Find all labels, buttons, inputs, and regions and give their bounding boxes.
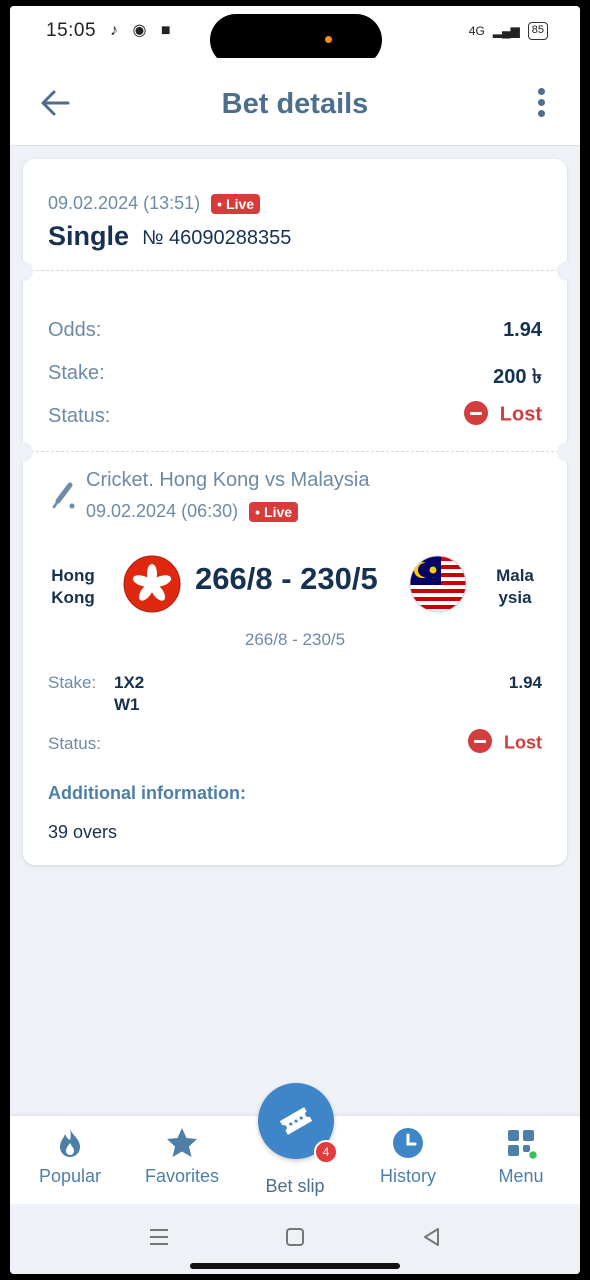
- additional-info-value: 39 overs: [48, 822, 118, 842]
- team-away-line2: ysia: [498, 588, 532, 607]
- team-away-line1: Mala: [496, 566, 534, 585]
- team-home-line1: Hong: [51, 566, 95, 585]
- battery-icon: 85: [527, 22, 548, 40]
- back-triangle-icon[interactable]: [420, 1226, 442, 1248]
- page-title: Bet details: [221, 88, 369, 120]
- odds-label: Odds:: [48, 319, 102, 341]
- network-label: 4G: [468, 24, 485, 38]
- lost-icon: [468, 729, 492, 753]
- divider: [31, 270, 559, 271]
- live-badge: Live: [249, 502, 299, 523]
- team-home: Hong Kong: [43, 565, 103, 609]
- bet-number: № 46090288355: [142, 227, 292, 249]
- camera-indicator: [325, 36, 332, 43]
- nav-popular-label: Popular: [38, 1166, 102, 1186]
- live-badge: Live: [211, 194, 261, 215]
- lost-icon: [463, 401, 488, 425]
- nav-menu-label: Menu: [498, 1166, 544, 1186]
- nav-favorites-label: Favorites: [144, 1166, 220, 1186]
- cricket-bat-icon: [52, 482, 75, 509]
- hong-kong-flag-icon: [123, 555, 181, 613]
- kebab-menu-icon[interactable]: [536, 88, 546, 118]
- grid-icon: [508, 1130, 538, 1160]
- nav-popular[interactable]: Popular: [15, 1126, 125, 1187]
- event-stake-label: Stake:: [48, 673, 97, 692]
- additional-info-label: Additional information:: [48, 783, 246, 803]
- event-odds: 1.94: [508, 673, 542, 692]
- event-title[interactable]: Cricket. Hong Kong vs Malaysia: [86, 469, 369, 492]
- status-label: Status:: [48, 405, 111, 427]
- nav-menu[interactable]: Menu: [466, 1126, 576, 1187]
- divider: [31, 451, 559, 452]
- market-outcome: W1: [114, 695, 140, 714]
- stake-label: Stake:: [48, 362, 105, 384]
- team-home-line2: Kong: [51, 588, 95, 607]
- market-name: 1X2: [114, 673, 145, 692]
- home-icon[interactable]: [284, 1226, 306, 1248]
- app-screen: 15:05 ♪ ◉ ■ 4G ▂▄▆ 85 Bet details 09.02.…: [10, 6, 580, 1274]
- status-lost-text: Lost: [499, 403, 542, 426]
- status-value: Lost: [463, 401, 542, 427]
- score-detail: 266/8 - 230/5: [244, 630, 346, 649]
- home-indicator[interactable]: [190, 1263, 400, 1269]
- messenger-icon: ◉: [132, 22, 147, 39]
- notification-icons: ♪ ◉ ■: [110, 20, 181, 40]
- stake-value: 200 ৳: [493, 366, 542, 388]
- ticket-notch-right: [557, 261, 577, 281]
- signal-icon: ▂▄▆: [492, 24, 520, 38]
- clock-icon: [393, 1128, 423, 1158]
- status-right: 4G ▂▄▆ 85: [469, 22, 548, 40]
- bet-date: 09.02.2024 (13:51) Live: [48, 193, 261, 215]
- event-date-text: 09.02.2024 (06:30): [86, 501, 239, 521]
- score-main: 266/8 - 230/5: [195, 561, 378, 596]
- status-time: 15:05: [46, 20, 97, 41]
- flame-icon: [60, 1129, 80, 1157]
- tiktok-icon: ♪: [110, 22, 118, 39]
- ticket-notch-right: [557, 442, 577, 462]
- nav-history[interactable]: History: [353, 1126, 463, 1187]
- app-header: Bet details: [10, 58, 580, 146]
- nav-bet-slip-label: Bet slip: [265, 1176, 325, 1196]
- nav-history-label: History: [379, 1166, 436, 1186]
- event-date: 09.02.2024 (06:30) Live: [86, 501, 299, 523]
- event-status-lost-text: Lost: [504, 732, 542, 753]
- ticket-notch-left: [13, 442, 33, 462]
- bet-slip-count-badge: 4: [314, 1140, 338, 1164]
- malaysia-flag-icon: [409, 555, 467, 613]
- odds-value: 1.94: [503, 319, 542, 341]
- nav-bet-slip[interactable]: Bet slip: [240, 1172, 350, 1197]
- bet-type: Single: [48, 221, 130, 251]
- bet-date-text: 09.02.2024 (13:51): [48, 193, 201, 213]
- recent-apps-icon[interactable]: [148, 1226, 170, 1248]
- ticket-notch-left: [13, 261, 33, 281]
- bet-details-card: 09.02.2024 (13:51) Live Single № 4609028…: [13, 159, 577, 865]
- nav-favorites[interactable]: Favorites: [127, 1126, 237, 1187]
- facebook-icon: ■: [160, 22, 171, 39]
- star-icon: [167, 1128, 197, 1157]
- team-away: Mala ysia: [489, 565, 541, 609]
- event-status-label: Status:: [48, 734, 101, 753]
- ticket-icon: [279, 1107, 313, 1135]
- event-status-value: Lost: [468, 729, 542, 755]
